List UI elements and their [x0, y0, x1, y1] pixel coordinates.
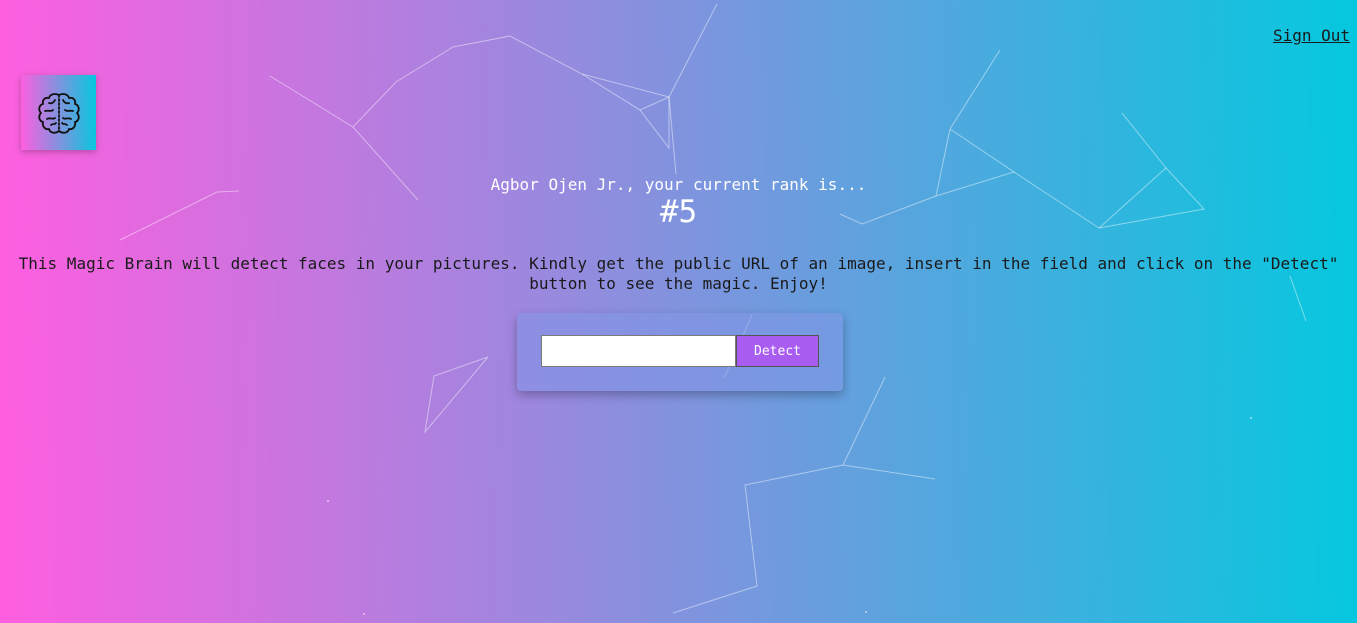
rank-value: #5 [659, 194, 698, 230]
app-description: This Magic Brain will detect faces in yo… [18, 254, 1339, 293]
sign-out-link[interactable]: Sign Out [1273, 26, 1350, 45]
brain-logo [21, 75, 96, 150]
rank-message: Agbor Ojen Jr., your current rank is... [490, 175, 867, 194]
detect-button[interactable]: Detect [736, 335, 819, 367]
image-url-input[interactable] [541, 335, 736, 367]
brain-icon [37, 92, 80, 134]
particles-background [119, 3, 1307, 615]
image-url-form: Detect [517, 313, 843, 391]
